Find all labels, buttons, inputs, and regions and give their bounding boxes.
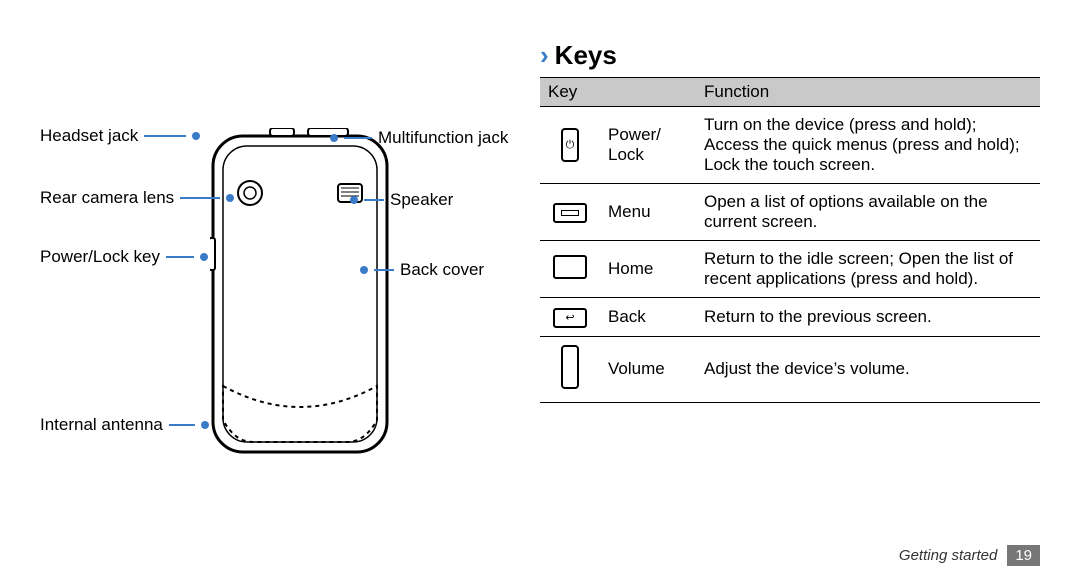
menu-key-icon [553, 203, 587, 223]
callout-label: Internal antenna [40, 415, 163, 435]
key-icon-cell [540, 184, 600, 241]
phone-outline [210, 128, 390, 458]
callout-speaker: Speaker [350, 190, 453, 210]
chevron-icon: › [540, 40, 549, 71]
callout-line [374, 269, 394, 271]
key-name: Back [600, 298, 696, 337]
key-name: Volume [600, 336, 696, 402]
callout-dot [200, 253, 208, 261]
table-row: Menu Open a list of options available on… [540, 184, 1040, 241]
volume-key-icon [561, 345, 579, 389]
callout-dot [360, 266, 368, 274]
table-row: ⏻ Power/ Lock Turn on the device (press … [540, 107, 1040, 184]
callout-dot [350, 196, 358, 204]
footer-section: Getting started [899, 547, 997, 564]
page: Headset jack Rear camera lens Power/Lock… [0, 0, 1080, 586]
callout-power-lock: Power/Lock key [40, 247, 208, 267]
callout-label: Back cover [400, 260, 484, 280]
key-name: Menu [600, 184, 696, 241]
diagram-column: Headset jack Rear camera lens Power/Lock… [40, 40, 540, 556]
callout-label: Power/Lock key [40, 247, 160, 267]
key-function: Return to the idle screen; Open the list… [696, 241, 1040, 298]
callout-line [180, 197, 220, 199]
table-row: Volume Adjust the device’s volume. [540, 336, 1040, 402]
callout-dot [330, 134, 338, 142]
key-function: Return to the previous screen. [696, 298, 1040, 337]
callout-multifunction-jack: Multifunction jack [330, 128, 508, 148]
key-icon-cell: ↩ [540, 298, 600, 337]
key-name: Home [600, 241, 696, 298]
callout-dot [201, 421, 209, 429]
page-number: 19 [1007, 545, 1040, 566]
phone-rear-diagram: Headset jack Rear camera lens Power/Lock… [40, 40, 540, 500]
page-footer: Getting started 19 [899, 545, 1040, 566]
callout-internal-antenna: Internal antenna [40, 415, 209, 435]
table-row: Home Return to the idle screen; Open the… [540, 241, 1040, 298]
keys-table: Key Function ⏻ Power/ Lock Turn on the d… [540, 77, 1040, 403]
header-key: Key [540, 78, 696, 107]
callout-back-cover: Back cover [360, 260, 484, 280]
table-header-row: Key Function [540, 78, 1040, 107]
callout-line [169, 424, 195, 426]
callout-dot [226, 194, 234, 202]
home-key-icon [553, 255, 587, 279]
callout-label: Multifunction jack [378, 128, 508, 148]
callout-headset-jack: Headset jack [40, 126, 200, 146]
callout-line [344, 137, 372, 139]
key-icon-cell [540, 241, 600, 298]
table-row: ↩ Back Return to the previous screen. [540, 298, 1040, 337]
section-heading: › Keys [540, 40, 1040, 71]
phone-body [210, 128, 390, 458]
callout-label: Rear camera lens [40, 188, 174, 208]
key-icon-cell [540, 336, 600, 402]
callout-line [166, 256, 194, 258]
callout-label: Speaker [390, 190, 453, 210]
callout-label: Headset jack [40, 126, 138, 146]
keys-column: › Keys Key Function ⏻ Power/ Lock Turn o… [540, 40, 1040, 556]
header-function: Function [696, 78, 1040, 107]
key-function: Adjust the device’s volume. [696, 336, 1040, 402]
back-key-icon: ↩ [553, 308, 587, 328]
callout-line [364, 199, 384, 201]
key-function: Turn on the device (press and hold); Acc… [696, 107, 1040, 184]
section-title: Keys [555, 40, 617, 71]
callout-line [144, 135, 186, 137]
callout-dot [192, 132, 200, 140]
callout-rear-camera: Rear camera lens [40, 188, 234, 208]
key-icon-cell: ⏻ [540, 107, 600, 184]
power-key-icon: ⏻ [561, 128, 579, 162]
key-name: Power/ Lock [600, 107, 696, 184]
key-function: Open a list of options available on the … [696, 184, 1040, 241]
